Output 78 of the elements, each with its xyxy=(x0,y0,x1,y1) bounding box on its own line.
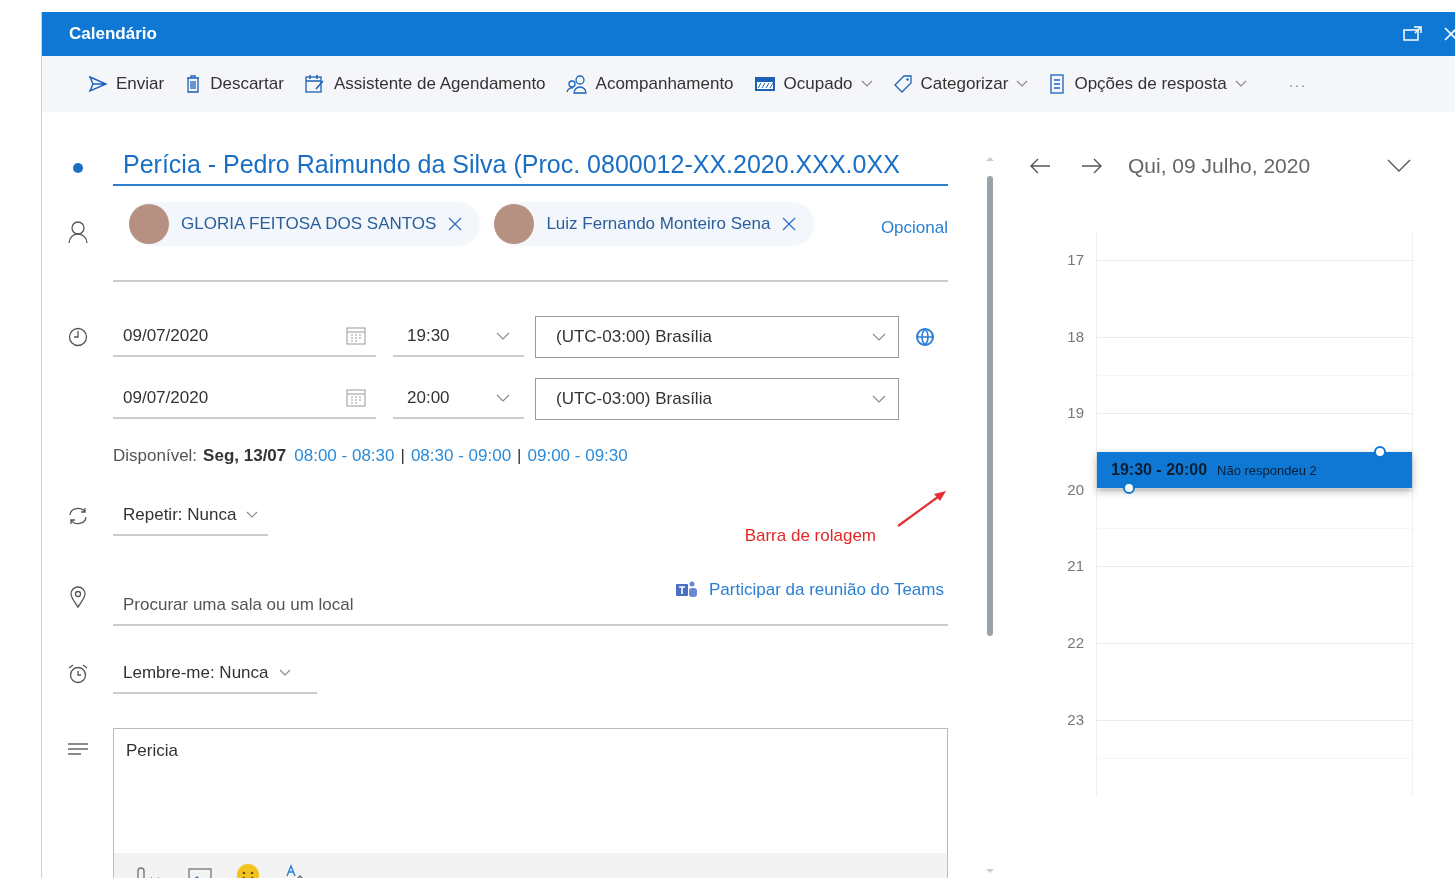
calendar-event[interactable]: 19:30 - 20:00 Não respondeu 2 xyxy=(1097,452,1412,489)
title-field[interactable]: Perícia - Pedro Raimundo da Silva (Proc. 0800012-XX.2020.XXX.0XX xyxy=(113,150,948,186)
toolbar-button[interactable]: Ocupado xyxy=(751,70,875,98)
text-lines-icon xyxy=(66,742,89,758)
toolbar-button[interactable]: Categorizar xyxy=(890,70,1031,98)
time-field[interactable]: 20:00 xyxy=(393,379,524,419)
avatar xyxy=(494,204,535,244)
status-dot xyxy=(72,163,83,173)
scrollbar-thumb[interactable] xyxy=(987,176,993,636)
toolbar-button[interactable]: Acompanhamento xyxy=(563,70,736,98)
toolbar-button[interactable]: Enviar xyxy=(86,70,167,98)
annotation-arrow xyxy=(896,488,948,528)
hour-label: 19 xyxy=(1066,404,1085,424)
message-body-field[interactable]: Pericia xyxy=(113,728,948,878)
chevron-down-icon[interactable] xyxy=(1387,159,1411,173)
send-icon xyxy=(88,75,108,93)
repeat-icon xyxy=(66,506,89,526)
toolbar-button[interactable]: Descartar xyxy=(182,70,286,98)
reminder-dropdown[interactable]: Lembre-me: Nunca xyxy=(113,654,317,694)
chevron-down-icon xyxy=(872,333,886,341)
document-icon xyxy=(1048,74,1067,94)
calendar-edit-icon xyxy=(303,74,326,94)
separator: | xyxy=(400,446,405,466)
date-field[interactable]: 09/07/2020 xyxy=(113,317,376,357)
availability-day: Seg, 13/07 xyxy=(203,446,287,466)
toolbar-button[interactable]: Opções de resposta xyxy=(1046,70,1249,98)
remove-icon[interactable] xyxy=(782,217,797,231)
hour-label: 23 xyxy=(1066,710,1085,730)
attendee-chip[interactable]: Luiz Fernando Monteiro Sena xyxy=(494,202,815,246)
people-icon xyxy=(565,74,588,94)
hour-label: 22 xyxy=(1066,633,1085,653)
resize-handle[interactable] xyxy=(1374,446,1386,459)
body-text: Pericia xyxy=(125,740,179,761)
tag-icon xyxy=(892,74,913,94)
toolbar-button[interactable]: ··· xyxy=(1286,71,1309,97)
remove-icon[interactable] xyxy=(448,217,463,231)
availability-label: Disponível: xyxy=(113,446,198,466)
hour-label: 21 xyxy=(1066,557,1085,577)
chevron-down-icon xyxy=(872,395,886,403)
back-arrow-icon[interactable] xyxy=(1028,156,1052,176)
chevron-down-icon xyxy=(496,332,510,340)
optional-link[interactable]: Opcional xyxy=(880,218,948,238)
forward-arrow-icon[interactable] xyxy=(1080,156,1104,176)
calendar-date: Qui, 09 Julho, 2020 xyxy=(1128,154,1311,178)
window-title: Calendário xyxy=(69,24,158,44)
attendees-field[interactable]: GLORIA FEITOSA DOS SANTOS Luiz Fernando Monteiro Sena Opcional xyxy=(113,202,948,282)
alarm-clock-icon xyxy=(66,663,89,685)
teams-meeting-link[interactable]: Participar da reunião do Teams xyxy=(675,580,944,600)
chevron-down-icon xyxy=(278,669,291,677)
repeat-dropdown[interactable]: Repetir: Nunca xyxy=(113,496,269,536)
calendar-icon xyxy=(346,327,366,345)
close-icon[interactable] xyxy=(1443,26,1455,42)
chevron-down-icon xyxy=(496,394,510,402)
chevron-down-icon xyxy=(246,511,259,519)
timezone-dropdown[interactable]: (UTC-03:00) Brasília xyxy=(535,378,899,420)
avatar xyxy=(129,204,169,244)
date-field[interactable]: 09/07/2020 xyxy=(113,379,376,419)
calendar-icon xyxy=(346,389,366,407)
attendee-chip[interactable]: GLORIA FEITOSA DOS SANTOS xyxy=(129,202,481,246)
time-slot-link[interactable]: 08:00 - 08:30 xyxy=(294,446,395,466)
toolbar-button[interactable]: Assistente de Agendamento xyxy=(301,70,548,98)
teams-icon xyxy=(675,580,699,600)
time-slot-link[interactable]: 09:00 - 09:30 xyxy=(527,446,628,466)
time-slot-link[interactable]: 08:30 - 09:00 xyxy=(410,446,512,466)
location-pin-icon xyxy=(68,586,87,608)
annotation-text: Barra de rolagem xyxy=(744,526,876,546)
globe-icon[interactable] xyxy=(915,327,935,347)
hour-label: 17 xyxy=(1066,251,1085,270)
location-field[interactable]: Procurar uma sala ou um local xyxy=(113,577,675,615)
time-field[interactable]: 19:30 xyxy=(393,317,524,357)
separator: | xyxy=(517,446,522,466)
clock-icon xyxy=(67,327,88,347)
person-icon xyxy=(66,220,89,244)
hour-label: 20 xyxy=(1066,480,1085,500)
busy-status-icon xyxy=(753,75,776,93)
pop-out-icon[interactable] xyxy=(1403,26,1423,42)
hour-label: 18 xyxy=(1066,327,1085,347)
timezone-dropdown[interactable]: (UTC-03:00) Brasília xyxy=(535,316,899,358)
